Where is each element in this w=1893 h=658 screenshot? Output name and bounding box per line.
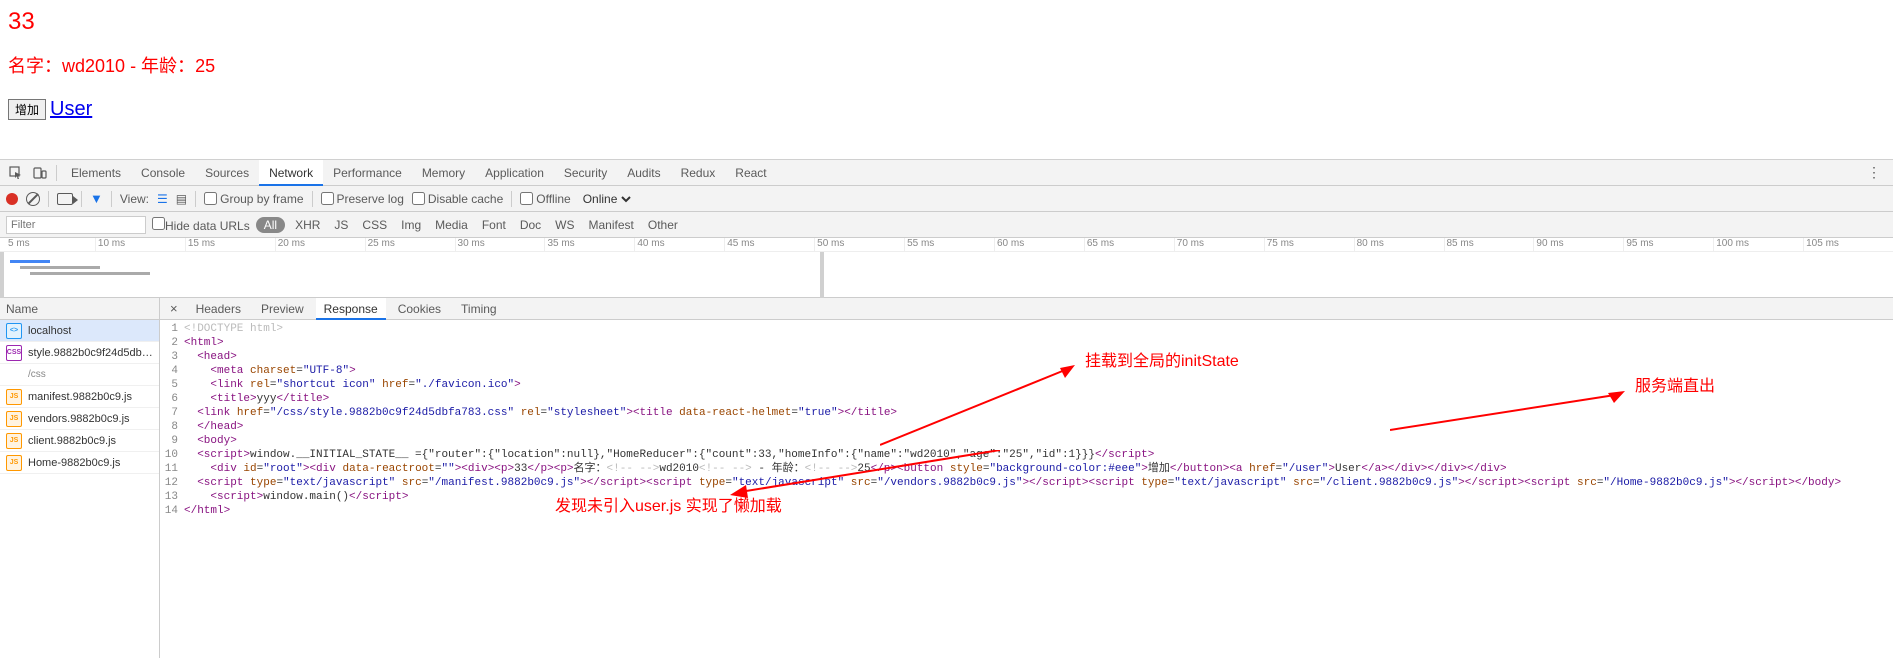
network-toolbar: ▼ View: ☰ ▤ Group by frame Preserve log …: [0, 186, 1893, 212]
hide-data-urls-checkbox[interactable]: Hide data URLs: [152, 217, 250, 233]
group-by-frame-checkbox[interactable]: Group by frame: [204, 192, 303, 206]
info-line: 名字：wd2010 - 年龄：25: [8, 52, 1885, 78]
detail-tab-headers[interactable]: Headers: [188, 298, 249, 320]
js-file-icon: JS: [6, 411, 22, 427]
timeline-handle-right[interactable]: [820, 252, 824, 298]
large-rows-icon[interactable]: ☰: [157, 192, 168, 206]
tab-sources[interactable]: Sources: [195, 160, 259, 186]
filter-type-other[interactable]: Other: [644, 218, 682, 232]
js-file-icon: JS: [6, 389, 22, 405]
request-row[interactable]: JSHome-9882b0c9.js: [0, 452, 159, 474]
network-filter-bar: Hide data URLs All XHR JS CSS Img Media Font Do…: [0, 212, 1893, 238]
request-row[interactable]: JSvendors.9882b0c9.js: [0, 408, 159, 430]
request-row[interactable]: <>localhost: [0, 320, 159, 342]
request-row[interactable]: JSmanifest.9882b0c9.js: [0, 386, 159, 408]
filter-type-doc[interactable]: Doc: [516, 218, 545, 232]
devtools-panel: ElementsConsoleSourcesNetworkPerformance…: [0, 159, 1893, 658]
throttling-select[interactable]: Online: [579, 191, 634, 207]
filter-type-all[interactable]: All: [256, 217, 285, 233]
tab-console[interactable]: Console: [131, 160, 195, 186]
devtools-tab-bar: ElementsConsoleSourcesNetworkPerformance…: [0, 160, 1893, 186]
tab-redux[interactable]: Redux: [671, 160, 726, 186]
filter-type-xhr[interactable]: XHR: [291, 218, 324, 232]
filter-type-media[interactable]: Media: [431, 218, 472, 232]
filter-type-ws[interactable]: WS: [551, 218, 578, 232]
tab-elements[interactable]: Elements: [61, 160, 131, 186]
network-timeline[interactable]: 5 ms10 ms15 ms20 ms25 ms30 ms35 ms40 ms4…: [0, 238, 1893, 298]
css-file-icon: CSS: [6, 345, 22, 361]
tab-react[interactable]: React: [725, 160, 776, 186]
html-file-icon: <>: [6, 323, 22, 339]
request-detail: × HeadersPreviewResponseCookiesTiming 12…: [160, 298, 1893, 658]
request-row[interactable]: CSSstyle.9882b0c9f24d5dbfa7...: [0, 342, 159, 364]
preserve-log-checkbox[interactable]: Preserve log: [321, 192, 404, 206]
clear-button[interactable]: [26, 192, 40, 206]
js-file-icon: JS: [6, 455, 22, 471]
filter-toggle-icon[interactable]: ▼: [90, 191, 103, 206]
add-button[interactable]: 增加: [8, 99, 46, 120]
detail-tab-preview[interactable]: Preview: [253, 298, 312, 320]
filter-type-img[interactable]: Img: [397, 218, 425, 232]
more-icon[interactable]: ⋮: [1859, 164, 1889, 181]
view-label: View:: [120, 192, 149, 206]
screenshot-button[interactable]: [57, 193, 73, 205]
request-list: Name <>localhostCSSstyle.9882b0c9f24d5db…: [0, 298, 160, 658]
request-row[interactable]: JSclient.9882b0c9.js: [0, 430, 159, 452]
count-heading: 33: [8, 8, 1885, 36]
inspect-icon[interactable]: [8, 165, 24, 181]
page-content: 33 名字：wd2010 - 年龄：25 增加 User: [0, 0, 1893, 129]
detail-tabs: × HeadersPreviewResponseCookiesTiming: [160, 298, 1893, 320]
timeline-handle-left[interactable]: [0, 252, 4, 298]
detail-tab-timing[interactable]: Timing: [453, 298, 505, 320]
tab-performance[interactable]: Performance: [323, 160, 412, 186]
offline-checkbox[interactable]: Offline: [520, 192, 570, 206]
disable-cache-checkbox[interactable]: Disable cache: [412, 192, 503, 206]
filter-type-js[interactable]: JS: [330, 218, 352, 232]
waterfall-icon[interactable]: ▤: [176, 192, 187, 206]
tab-application[interactable]: Application: [475, 160, 554, 186]
filter-input[interactable]: [6, 216, 146, 234]
detail-tab-cookies[interactable]: Cookies: [390, 298, 449, 320]
tab-audits[interactable]: Audits: [617, 160, 670, 186]
request-list-header: Name: [0, 298, 159, 320]
device-icon[interactable]: [32, 165, 48, 181]
filter-type-font[interactable]: Font: [478, 218, 510, 232]
close-icon[interactable]: ×: [164, 301, 184, 316]
response-source[interactable]: 1234567891011121314 <!DOCTYPE html> <htm…: [160, 320, 1893, 658]
js-file-icon: JS: [6, 433, 22, 449]
filter-type-css[interactable]: CSS: [358, 218, 391, 232]
detail-tab-response[interactable]: Response: [316, 298, 386, 320]
record-button[interactable]: [6, 193, 18, 205]
tab-memory[interactable]: Memory: [412, 160, 475, 186]
tab-network[interactable]: Network: [259, 160, 323, 186]
filter-type-manifest[interactable]: Manifest: [585, 218, 638, 232]
tab-security[interactable]: Security: [554, 160, 617, 186]
user-link[interactable]: User: [50, 98, 92, 121]
